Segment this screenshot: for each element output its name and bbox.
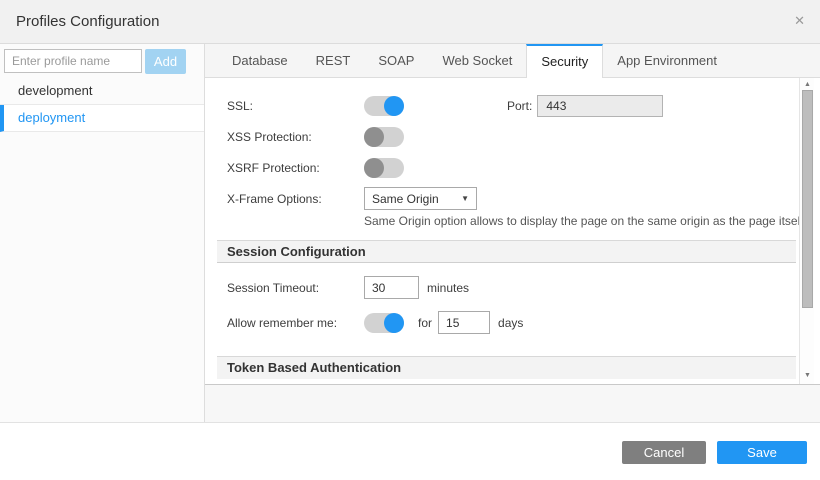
xss-toggle[interactable] bbox=[364, 127, 404, 147]
remember-me-toggle[interactable] bbox=[364, 313, 404, 333]
add-profile-row: Add bbox=[0, 44, 204, 78]
remember-me-row: Allow remember me: for days bbox=[227, 311, 790, 334]
tab-database[interactable]: Database bbox=[218, 44, 302, 77]
session-timeout-unit: minutes bbox=[427, 281, 469, 295]
toggle-knob bbox=[364, 127, 384, 147]
token-authentication-header: Token Based Authentication bbox=[217, 356, 796, 379]
profile-item-development[interactable]: development bbox=[0, 78, 204, 105]
tab-web-socket[interactable]: Web Socket bbox=[428, 44, 526, 77]
scroll-down-icon[interactable]: ▼ bbox=[800, 371, 815, 381]
toggle-knob bbox=[384, 96, 404, 116]
xframe-label: X-Frame Options: bbox=[227, 192, 364, 206]
xss-row: XSS Protection: bbox=[227, 125, 790, 148]
panel-footer-strip bbox=[205, 385, 820, 422]
security-settings-panel: SSL: Port: XSS Protection: XSRF Protecti… bbox=[205, 78, 820, 385]
add-profile-button[interactable]: Add bbox=[145, 49, 186, 74]
xframe-hint-text: Same Origin option allows to display the… bbox=[364, 214, 790, 228]
xframe-row: X-Frame Options: Same Origin ▼ bbox=[227, 187, 790, 210]
tab-content-area: Database REST SOAP Web Socket Security A… bbox=[205, 44, 820, 422]
tab-soap[interactable]: SOAP bbox=[364, 44, 428, 77]
tab-app-environment[interactable]: App Environment bbox=[603, 44, 731, 77]
save-button[interactable]: Save bbox=[717, 441, 807, 464]
close-icon[interactable]: ✕ bbox=[794, 14, 805, 27]
ssl-toggle[interactable] bbox=[364, 96, 404, 116]
xframe-options-select[interactable]: Same Origin ▼ bbox=[364, 187, 477, 210]
session-timeout-label: Session Timeout: bbox=[227, 281, 364, 295]
vertical-scrollbar[interactable]: ▲ ▼ bbox=[799, 78, 814, 384]
dialog-footer: Cancel Save bbox=[0, 423, 820, 479]
page-title: Profiles Configuration bbox=[0, 0, 820, 43]
xframe-selected-value: Same Origin bbox=[372, 192, 439, 206]
dialog-header: Profiles Configuration ✕ bbox=[0, 0, 820, 44]
dialog-body: Add development deployment Database REST… bbox=[0, 44, 820, 423]
xsrf-label: XSRF Protection: bbox=[227, 161, 364, 175]
chevron-down-icon: ▼ bbox=[461, 194, 469, 203]
profiles-sidebar: Add development deployment bbox=[0, 44, 205, 422]
session-timeout-row: Session Timeout: minutes bbox=[227, 276, 790, 299]
remember-me-label: Allow remember me: bbox=[227, 316, 364, 330]
session-configuration-header: Session Configuration bbox=[217, 240, 796, 263]
tab-bar: Database REST SOAP Web Socket Security A… bbox=[205, 44, 820, 78]
xsrf-row: XSRF Protection: bbox=[227, 156, 790, 179]
profile-item-deployment[interactable]: deployment bbox=[0, 105, 204, 132]
xsrf-toggle[interactable] bbox=[364, 158, 404, 178]
toggle-knob bbox=[384, 313, 404, 333]
ssl-row: SSL: Port: bbox=[227, 94, 790, 117]
remember-me-days-input[interactable] bbox=[438, 311, 490, 334]
xss-label: XSS Protection: bbox=[227, 130, 364, 144]
cancel-button[interactable]: Cancel bbox=[622, 441, 706, 464]
toggle-knob bbox=[364, 158, 384, 178]
profile-name-input[interactable] bbox=[4, 49, 142, 73]
remember-me-for-text: for bbox=[418, 316, 432, 330]
port-label: Port: bbox=[507, 99, 532, 113]
remember-me-unit: days bbox=[498, 316, 523, 330]
tab-security[interactable]: Security bbox=[526, 44, 603, 78]
scrollbar-thumb[interactable] bbox=[802, 90, 813, 308]
profiles-configuration-dialog: Profiles Configuration ✕ Add development… bbox=[0, 0, 820, 480]
tab-rest[interactable]: REST bbox=[302, 44, 365, 77]
ssl-label: SSL: bbox=[227, 99, 364, 113]
scroll-up-icon[interactable]: ▲ bbox=[800, 80, 815, 90]
port-input[interactable] bbox=[537, 95, 663, 117]
session-timeout-input[interactable] bbox=[364, 276, 419, 299]
